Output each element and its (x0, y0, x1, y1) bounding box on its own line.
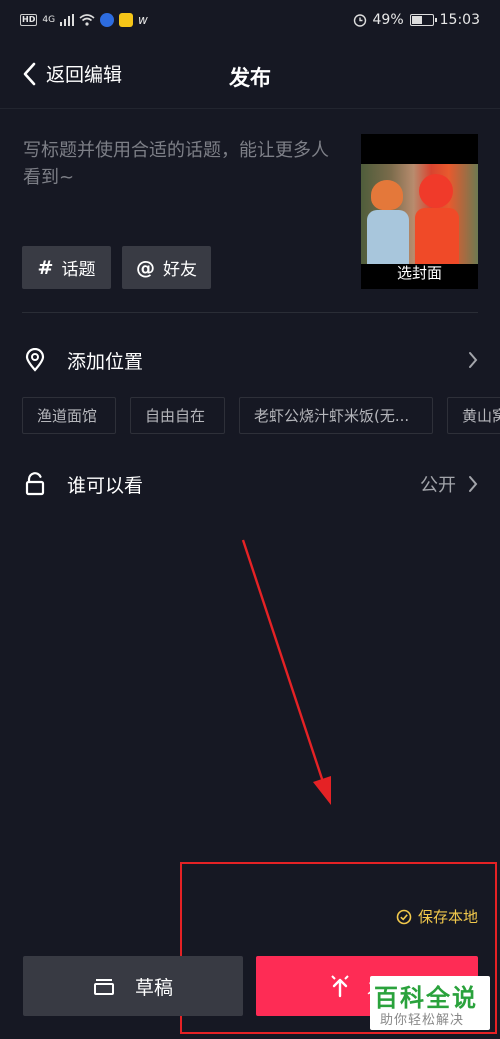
save-local-toggle[interactable]: 保存本地 (396, 906, 478, 927)
check-circle-icon (396, 909, 412, 924)
drafts-icon (93, 979, 114, 995)
watermark-subtitle: 助你轻松解决 (380, 1013, 465, 1028)
draft-button[interactable]: 草稿 (23, 956, 243, 1016)
watermark-logo: 百科全说 助你轻松解决 (370, 976, 490, 1030)
watermark-title: 百科全说 (374, 984, 478, 1012)
publish-icon (331, 975, 349, 998)
save-local-label: 保存本地 (417, 908, 478, 926)
draft-label: 草稿 (134, 976, 173, 999)
